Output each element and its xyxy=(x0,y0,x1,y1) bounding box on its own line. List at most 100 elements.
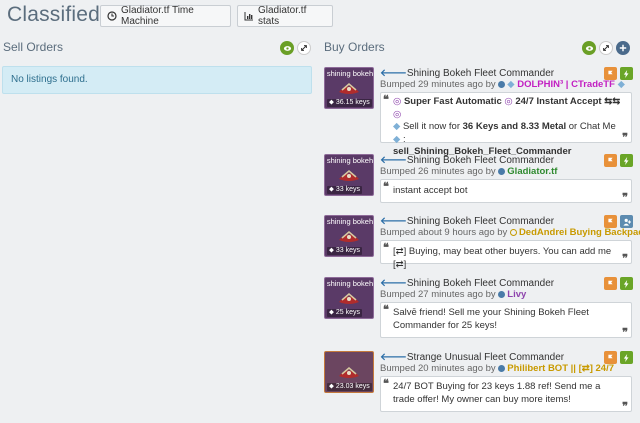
sell-view-toggle-button[interactable] xyxy=(280,41,294,55)
listing-actions xyxy=(604,277,633,290)
thumb-effect-name: shining bokeh xyxy=(326,279,374,288)
quote-icon: ❞ xyxy=(622,326,628,339)
item-name: Strange Unusual Fleet Commander xyxy=(406,352,565,363)
listing-actions xyxy=(604,154,633,167)
trade-button[interactable] xyxy=(604,215,617,228)
item-name: Shining Bokeh Fleet Commander xyxy=(406,216,555,227)
hat-icon xyxy=(339,170,359,181)
user-link[interactable]: Livy xyxy=(507,289,526,300)
trade-button[interactable] xyxy=(604,277,617,290)
trade-icon xyxy=(608,70,613,77)
instant-trade-button[interactable] xyxy=(620,154,633,167)
bumped-text: Bumped 29 minutes ago by xyxy=(380,79,496,90)
arrow-left-icon: 🡐 xyxy=(380,216,407,227)
thumb-price-text: 33 keys xyxy=(335,247,360,254)
item-thumbnail[interactable]: shining bokeh ⬥ 25 keys xyxy=(324,277,374,319)
instant-trade-button[interactable] xyxy=(620,67,633,80)
lightning-icon xyxy=(623,69,629,78)
instant-trade-button[interactable] xyxy=(620,277,633,290)
sell-orders-title: Sell Orders xyxy=(3,40,64,54)
spiral-icon: ◎ xyxy=(393,96,402,107)
instant-trade-button[interactable] xyxy=(620,351,633,364)
listing-title[interactable]: 🡐Shining Bokeh Fleet Commander xyxy=(380,215,554,227)
listing-title[interactable]: 🡐Shining Bokeh Fleet Commander xyxy=(380,67,554,79)
bumped-text: Bumped 20 minutes ago by xyxy=(380,363,496,374)
listing-comment: ❝ Salvē friend! Sell me your Shining Bok… xyxy=(380,302,632,339)
stats-label: Gladiator.tf stats xyxy=(258,5,307,27)
time-machine-label: Gladiator.tf Time Machine xyxy=(121,5,194,27)
clock-icon xyxy=(107,11,117,21)
trade-button[interactable] xyxy=(604,351,617,364)
quote-icon: ❞ xyxy=(622,252,628,265)
top-bar: Classifieds Gladiator.tf Time Machine Gl… xyxy=(0,0,640,32)
user-link[interactable]: Gladiator.tf xyxy=(507,166,557,177)
trade-button[interactable] xyxy=(604,67,617,80)
trade-icon xyxy=(608,354,613,361)
item-thumbnail[interactable]: shining bokeh ⬥ 33 keys xyxy=(324,215,374,257)
comment-line-2: ◆ Sell it now for 36 Keys and 8.33 Metal… xyxy=(393,121,616,145)
quote-icon: ❝ xyxy=(383,304,389,316)
thumb-effect-name: shining bokeh xyxy=(326,217,374,226)
thumb-price: ⬥ 33 keys xyxy=(327,186,362,194)
listing-bumped: Bumped 29 minutes ago by ◆ DOLPHIN³ | CT… xyxy=(380,79,625,90)
trade-icon xyxy=(608,157,613,164)
tag-icon: ⬥ xyxy=(329,99,334,106)
tag-icon: ⬥ xyxy=(329,247,334,254)
buy-expand-button[interactable] xyxy=(599,41,613,55)
listing-item: shining bokeh ⬥ 25 keys 🡐Shining Bokeh F… xyxy=(324,277,636,341)
listing-bumped: Bumped 20 minutes ago by Philibert BOT |… xyxy=(380,363,614,374)
thumb-price-text: 25 keys xyxy=(335,309,360,316)
status-dot-icon xyxy=(498,290,506,298)
quote-icon: ❝ xyxy=(383,242,389,254)
listing-actions xyxy=(604,215,633,228)
thumb-price: ⬥ 36.15 keys xyxy=(327,99,372,107)
user-link[interactable]: DedAndrei Buying Backpacks! xyxy=(519,227,640,238)
add-friend-button[interactable] xyxy=(620,215,633,228)
tag-icon: ⬥ xyxy=(329,383,334,390)
comment-text-d: 36 Keys and 8.33 Metal xyxy=(462,121,567,132)
listing-actions xyxy=(604,351,633,364)
listing-comment: ❝ [⇄] Buying, may beat other buyers. You… xyxy=(380,240,632,270)
trade-icon xyxy=(608,218,613,225)
thumb-price-text: 36.15 keys xyxy=(335,99,370,106)
item-thumbnail[interactable]: shining bokeh ⬥ 33 keys xyxy=(324,154,374,196)
listing-title[interactable]: 🡐Shining Bokeh Fleet Commander xyxy=(380,277,554,289)
trade-button[interactable] xyxy=(604,154,617,167)
expand-icon xyxy=(301,45,307,51)
arrow-left-icon: 🡐 xyxy=(380,68,407,79)
user-link[interactable]: Philibert BOT || [⇄] 24/7 xyxy=(507,363,614,374)
listing-item: shining bokeh ⬥ 36.15 keys 🡐Shining Boke… xyxy=(324,67,636,157)
listing-item: shining bokeh ⬥ 33 keys 🡐Shining Bokeh F… xyxy=(324,154,636,206)
listing-comment: ❝ instant accept bot ❞ xyxy=(380,179,632,204)
hat-icon xyxy=(339,293,359,304)
item-thumbnail[interactable]: ⬥ 23.03 keys xyxy=(324,351,374,393)
trade-icon xyxy=(608,280,613,287)
listing-actions xyxy=(604,67,633,80)
lightning-icon xyxy=(623,279,629,288)
listing-title[interactable]: 🡐Strange Unusual Fleet Commander xyxy=(380,351,564,363)
listing-title[interactable]: 🡐Shining Bokeh Fleet Commander xyxy=(380,154,554,166)
item-thumbnail[interactable]: shining bokeh ⬥ 36.15 keys xyxy=(324,67,374,109)
comment-line-1: ◎ Super Fast Automatic ◎ 24/7 Instant Ac… xyxy=(393,96,623,121)
comment-text: 24/7 BOT Buying for 23 keys 1.88 ref! Se… xyxy=(393,381,601,405)
listing-bumped: Bumped 26 minutes ago by Gladiator.tf xyxy=(380,166,557,177)
no-listings-text: No listings found. xyxy=(11,74,88,85)
thumb-price: ⬥ 25 keys xyxy=(327,309,362,317)
comment-text: instant accept bot xyxy=(393,185,468,196)
item-name: Shining Bokeh Fleet Commander xyxy=(406,155,555,166)
comment-text: [⇄] Buying, may beat other buyers. You c… xyxy=(393,246,612,270)
time-machine-button[interactable]: Gladiator.tf Time Machine xyxy=(100,5,231,27)
status-dot-icon xyxy=(509,228,517,236)
quote-icon: ❝ xyxy=(383,94,389,106)
user-link[interactable]: DOLPHIN³ | CTradeTF xyxy=(517,79,615,90)
stats-button[interactable]: Gladiator.tf stats xyxy=(237,5,333,27)
buy-view-toggle-button[interactable] xyxy=(582,41,596,55)
arrow-left-icon: 🡐 xyxy=(380,352,407,363)
listing-bumped: Bumped about 9 hours ago by DedAndrei Bu… xyxy=(380,227,640,238)
sell-expand-button[interactable] xyxy=(297,41,311,55)
hat-icon xyxy=(339,231,359,242)
thumb-price-text: 33 keys xyxy=(335,186,360,193)
quote-icon: ❝ xyxy=(383,378,389,390)
listing-item: shining bokeh ⬥ 33 keys 🡐Shining Bokeh F… xyxy=(324,215,640,270)
add-buy-order-button[interactable] xyxy=(616,41,630,55)
